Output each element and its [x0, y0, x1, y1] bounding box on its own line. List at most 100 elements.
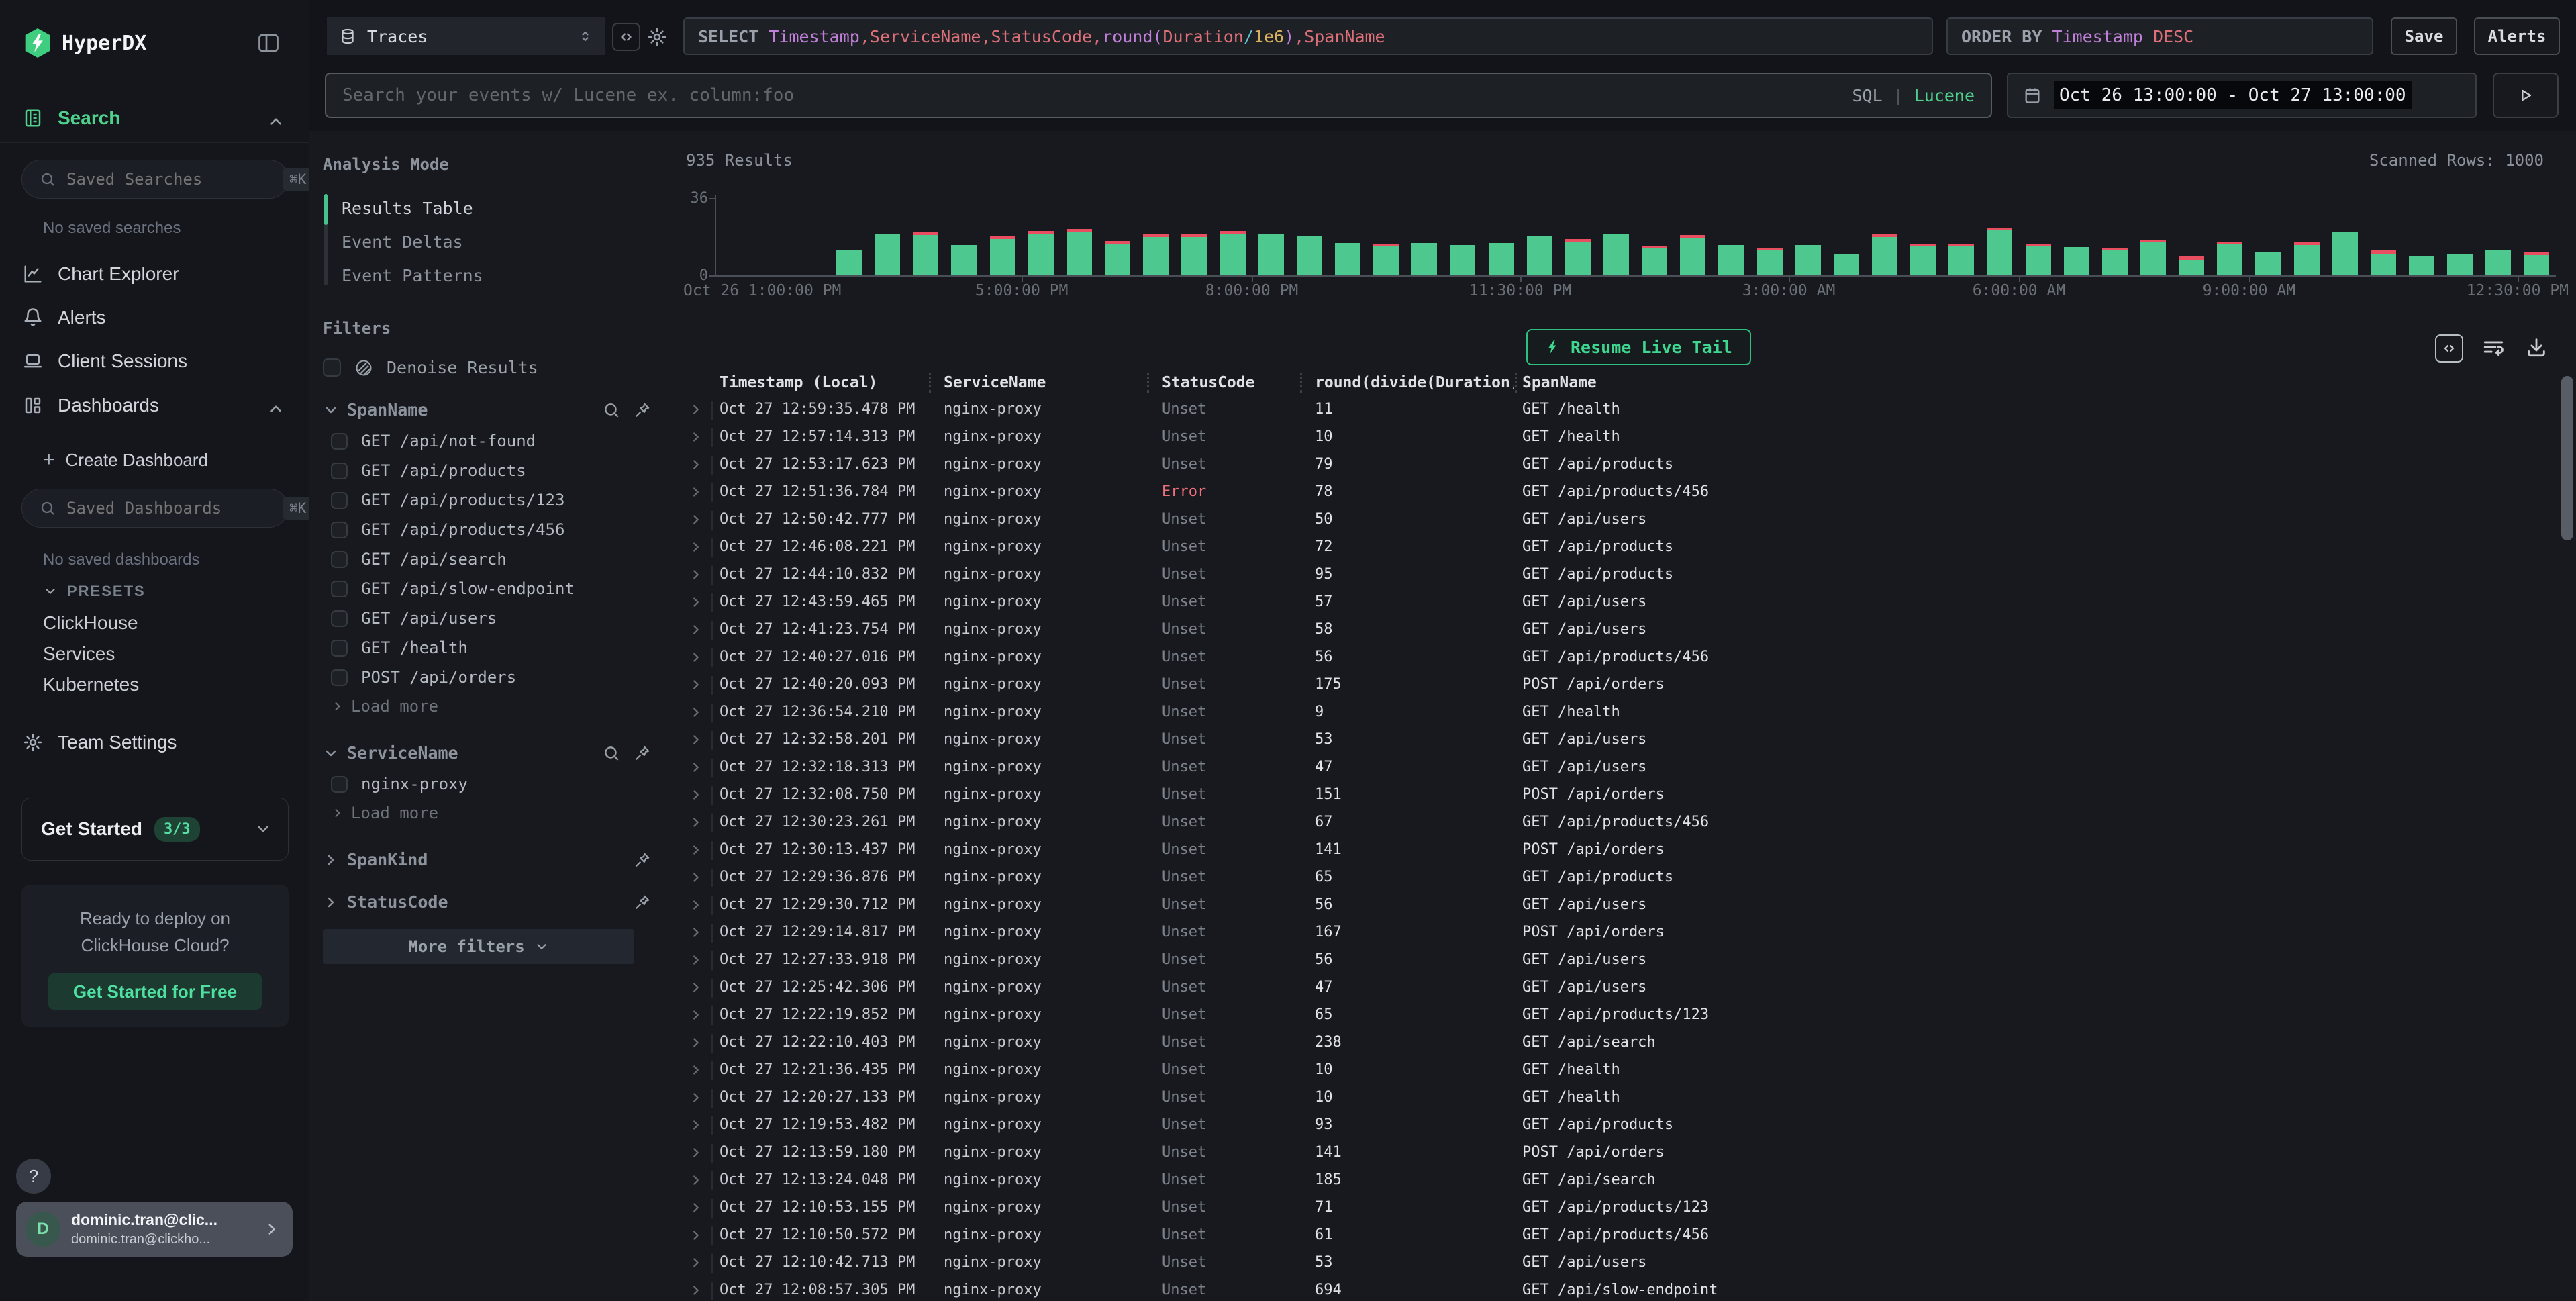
- filter-option[interactable]: GET /api/search: [323, 544, 651, 574]
- checkbox[interactable]: [323, 358, 341, 377]
- table-row[interactable]: Oct 27 12:59:35.478 PMnginx-proxyUnset11…: [678, 397, 2576, 424]
- histogram-bar[interactable]: [1872, 234, 1897, 275]
- select-clause-input[interactable]: SELECT Timestamp,ServiceName,StatusCode,…: [683, 17, 1933, 55]
- histogram-bar[interactable]: [2485, 250, 2511, 275]
- expand-row-icon[interactable]: [689, 567, 703, 582]
- col-statuscode[interactable]: StatusCode: [1162, 374, 1254, 391]
- help-button[interactable]: ?: [16, 1159, 51, 1194]
- filter-group-header[interactable]: SpanName: [323, 400, 651, 420]
- table-row[interactable]: Oct 27 12:53:17.623 PMnginx-proxyUnset79…: [678, 452, 2576, 479]
- column-separator[interactable]: [1515, 373, 1517, 393]
- expand-row-icon[interactable]: [689, 925, 703, 940]
- expand-row-icon[interactable]: [689, 1283, 703, 1298]
- source-select[interactable]: Traces: [327, 17, 605, 55]
- filter-option[interactable]: GET /api/products/123: [323, 485, 651, 515]
- col-servicename[interactable]: ServiceName: [944, 374, 1046, 391]
- histogram-bar[interactable]: [1718, 245, 1744, 275]
- load-more-button[interactable]: Load more: [323, 799, 651, 827]
- histogram-bar[interactable]: [2409, 256, 2434, 275]
- expand-row-icon[interactable]: [689, 402, 703, 417]
- filter-option[interactable]: POST /api/orders: [323, 663, 651, 692]
- checkbox[interactable]: [331, 492, 348, 509]
- table-row[interactable]: Oct 27 12:51:36.784 PMnginx-proxyError78…: [678, 479, 2576, 507]
- checkbox[interactable]: [331, 463, 348, 479]
- column-separator[interactable]: [929, 373, 931, 393]
- histogram-bar[interactable]: [2255, 252, 2281, 275]
- chevron-right-icon[interactable]: [323, 852, 339, 868]
- expand-row-icon[interactable]: [689, 650, 703, 665]
- chevron-up-icon[interactable]: [267, 400, 285, 418]
- sidebar-item-client-sessions[interactable]: Client Sessions: [23, 350, 187, 372]
- get-started-widget[interactable]: Get Started 3/3: [21, 798, 289, 861]
- expand-row-icon[interactable]: [689, 430, 703, 444]
- table-row[interactable]: Oct 27 12:46:08.221 PMnginx-proxyUnset72…: [678, 534, 2576, 562]
- language-sql-option[interactable]: SQL: [1852, 86, 1882, 105]
- expand-row-icon[interactable]: [689, 842, 703, 857]
- histogram-bar[interactable]: [1757, 248, 1783, 275]
- sidebar-item-team-settings[interactable]: Team Settings: [23, 732, 177, 753]
- order-by-input[interactable]: ORDER BY Timestamp DESC: [1946, 17, 2373, 55]
- histogram-bar[interactable]: [2524, 252, 2549, 275]
- table-row[interactable]: Oct 27 12:21:36.435 PMnginx-proxyUnset10…: [678, 1057, 2576, 1085]
- expand-row-icon[interactable]: [689, 1255, 703, 1270]
- histogram-bar[interactable]: [1680, 235, 1705, 275]
- histogram-bar[interactable]: [1297, 236, 1322, 275]
- collapse-sidebar-icon[interactable]: [256, 31, 281, 55]
- histogram-bar[interactable]: [1948, 244, 1974, 275]
- histogram-bar[interactable]: [2140, 240, 2166, 275]
- table-row[interactable]: Oct 27 12:10:53.155 PMnginx-proxyUnset71…: [678, 1195, 2576, 1222]
- table-row[interactable]: Oct 27 12:27:33.918 PMnginx-proxyUnset56…: [678, 947, 2576, 975]
- filter-option[interactable]: GET /api/products: [323, 456, 651, 485]
- histogram-bar[interactable]: [951, 245, 977, 275]
- mode-event-patterns[interactable]: Event Patterns: [342, 258, 651, 292]
- expand-row-icon[interactable]: [689, 595, 703, 610]
- column-separator[interactable]: [1300, 373, 1302, 393]
- expand-row-icon[interactable]: [689, 1228, 703, 1243]
- table-row[interactable]: Oct 27 12:10:50.572 PMnginx-proxyUnset61…: [678, 1222, 2576, 1250]
- filter-search-icon[interactable]: [603, 744, 620, 762]
- table-row[interactable]: Oct 27 12:13:24.048 PMnginx-proxyUnset18…: [678, 1167, 2576, 1195]
- search-input[interactable]: [342, 85, 1852, 105]
- search-bar[interactable]: SQL | Lucene: [325, 73, 1992, 118]
- pin-icon[interactable]: [634, 401, 651, 419]
- histogram-bar[interactable]: [1834, 254, 1859, 275]
- language-lucene-option[interactable]: Lucene: [1914, 86, 1975, 105]
- histogram-bar[interactable]: [1603, 234, 1629, 275]
- expand-row-icon[interactable]: [689, 540, 703, 555]
- expand-row-icon[interactable]: [689, 898, 703, 912]
- histogram-bar[interactable]: [1795, 245, 1821, 275]
- histogram-bar[interactable]: [1258, 234, 1284, 275]
- histogram-bar[interactable]: [1489, 243, 1514, 275]
- table-row[interactable]: Oct 27 12:40:20.093 PMnginx-proxyUnset17…: [678, 672, 2576, 700]
- more-filters-button[interactable]: More filters: [323, 929, 634, 964]
- table-row[interactable]: Oct 27 12:20:27.133 PMnginx-proxyUnset10…: [678, 1085, 2576, 1112]
- histogram-bar[interactable]: [2371, 250, 2396, 275]
- vertical-scrollbar[interactable]: [2561, 376, 2573, 540]
- histogram-bar[interactable]: [1181, 234, 1207, 275]
- expand-row-icon[interactable]: [689, 980, 703, 995]
- resume-live-tail-button[interactable]: Resume Live Tail: [1526, 329, 1751, 365]
- expand-row-icon[interactable]: [689, 457, 703, 472]
- checkbox[interactable]: [331, 669, 348, 686]
- column-separator[interactable]: [1147, 373, 1149, 393]
- user-menu[interactable]: D dominic.tran@clic... dominic.tran@clic…: [16, 1202, 293, 1257]
- expand-row-icon[interactable]: [689, 787, 703, 802]
- histogram-bar[interactable]: [1910, 244, 1936, 275]
- filter-option[interactable]: GET /api/slow-endpoint: [323, 574, 651, 604]
- histogram-bar[interactable]: [836, 250, 862, 275]
- pin-icon[interactable]: [634, 744, 651, 762]
- histogram-bar[interactable]: [990, 236, 1015, 275]
- sidebar-item-services[interactable]: Services: [43, 643, 115, 665]
- filter-group-header[interactable]: SpanKind: [323, 850, 651, 869]
- expand-row-icon[interactable]: [689, 1118, 703, 1133]
- chevron-down-icon[interactable]: [323, 402, 339, 418]
- sidebar-item-search[interactable]: Search: [23, 107, 120, 129]
- presets-section[interactable]: PRESETS: [43, 583, 146, 600]
- saved-searches-field[interactable]: [66, 170, 272, 189]
- filter-search-icon[interactable]: [603, 401, 620, 419]
- filter-option[interactable]: GET /health: [323, 633, 651, 663]
- checkbox[interactable]: [331, 640, 348, 657]
- table-row[interactable]: Oct 27 12:32:08.750 PMnginx-proxyUnset15…: [678, 782, 2576, 810]
- load-more-button[interactable]: Load more: [323, 692, 651, 720]
- expand-row-icon[interactable]: [689, 732, 703, 747]
